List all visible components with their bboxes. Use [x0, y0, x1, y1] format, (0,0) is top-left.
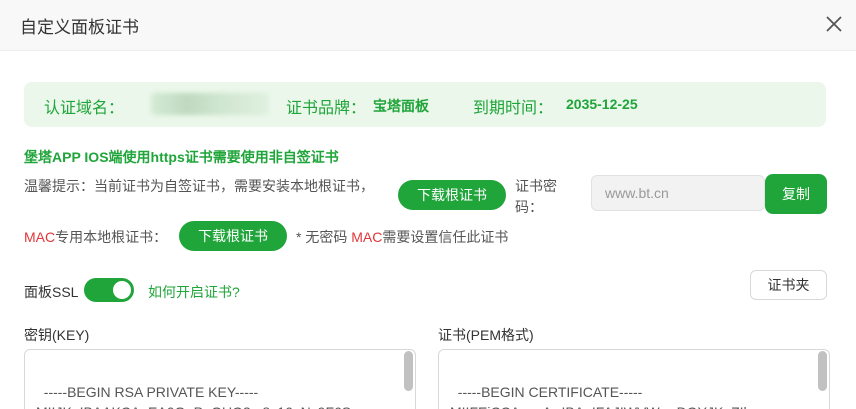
mac-note-part1: * 无密码 [296, 229, 352, 245]
mac-root-cert-label: MAC专用本地根证书： [24, 227, 167, 247]
key-textarea[interactable]: -----BEGIN RSA PRIVATE KEY----- MIIJKgIB… [24, 349, 416, 409]
cert-folder-button[interactable]: 证书夹 [750, 270, 827, 300]
cert-password-field[interactable]: www.bt.cn [591, 175, 765, 211]
close-icon[interactable] [823, 13, 845, 35]
domain-label: 认证域名： [44, 100, 125, 117]
brand-value: 宝塔面板 [373, 98, 429, 114]
expire-value: 2035-12-25 [566, 96, 638, 112]
cert-textarea[interactable]: -----BEGIN CERTIFICATE----- MIIFEjCCAvqg… [438, 349, 830, 409]
panel-ssl-label: 面板SSL [24, 284, 79, 300]
download-root-cert-button[interactable]: 下载根证书 [398, 180, 506, 210]
expire-label: 到期时间： [473, 100, 554, 117]
brand-label: 证书品牌： [286, 100, 367, 117]
self-signed-tip: 温馨提示：当前证书为自签证书，需要安装本地根证书， [24, 178, 374, 194]
cert-textarea-content: -----BEGIN CERTIFICATE----- MIIFEjCCAvqg… [450, 384, 765, 409]
mac-note-part2: 需要设置信任此证书 [382, 229, 509, 245]
copy-button[interactable]: 复制 [765, 174, 827, 214]
cert-password-label: 证书密码： [515, 178, 557, 215]
mac-prefix-red: MAC [24, 229, 56, 245]
cert-field-label: 证书(PEM格式) [438, 327, 534, 343]
how-to-enable-cert-link[interactable]: 如何开启证书? [148, 282, 240, 302]
key-textarea-content: -----BEGIN RSA PRIVATE KEY----- MIIJKgIB… [36, 384, 351, 409]
mac-prefix-rest: 专用本地根证书： [55, 229, 168, 245]
mac-note-red: MAC [351, 229, 383, 245]
toggle-knob [113, 281, 131, 299]
domain-value-redacted [151, 93, 269, 115]
key-field-label: 密钥(KEY) [24, 327, 90, 343]
key-scrollbar[interactable] [404, 351, 413, 391]
dialog-title: 自定义面板证书 [20, 18, 139, 37]
panel-ssl-toggle[interactable] [84, 278, 134, 302]
certificate-info-bar: 认证域名： 证书品牌： 宝塔面板 到期时间： 2035-12-25 [24, 82, 826, 127]
ios-notice: 堡塔APP IOS端使用https证书需要使用非自签证书 [24, 149, 339, 165]
dialog-header: 自定义面板证书 [0, 0, 856, 51]
mac-note: * 无密码 MAC需要设置信任此证书 [296, 227, 508, 247]
cert-scrollbar[interactable] [818, 351, 827, 391]
download-mac-root-cert-button[interactable]: 下载根证书 [179, 221, 287, 251]
